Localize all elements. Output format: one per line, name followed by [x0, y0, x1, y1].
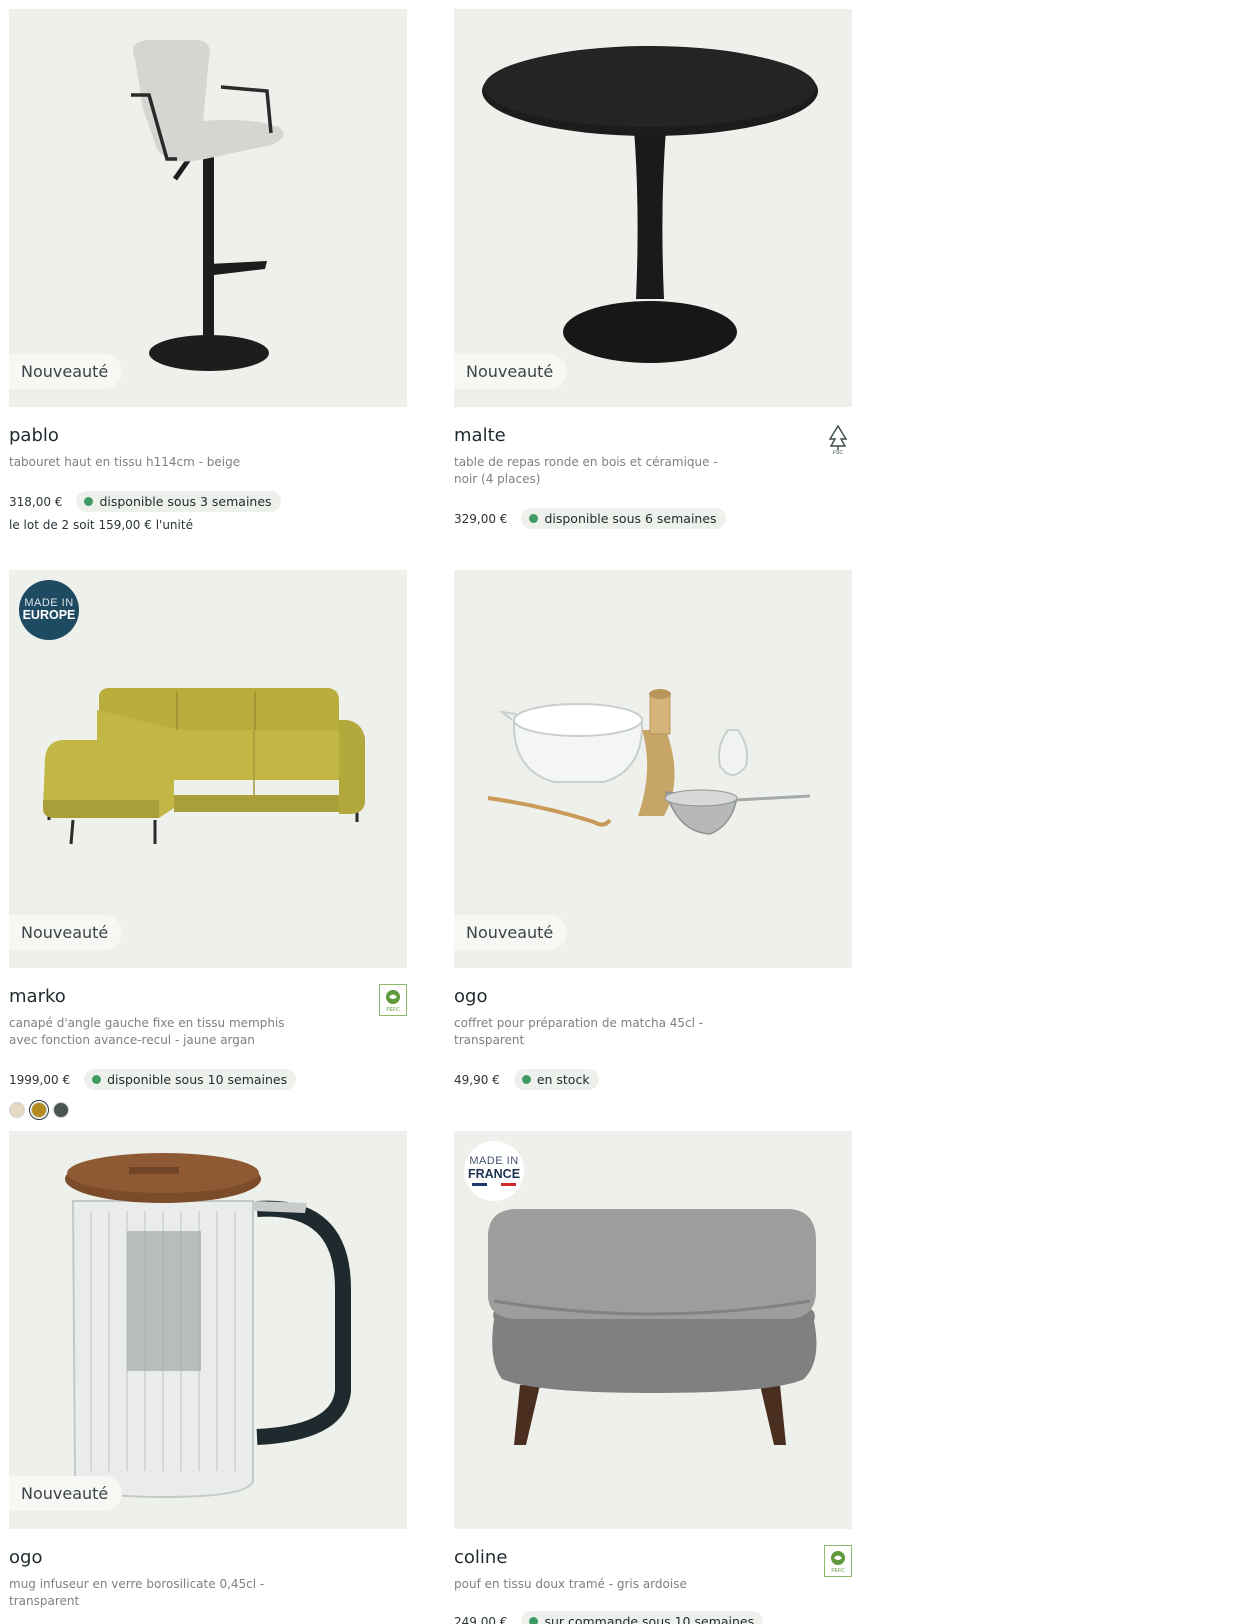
price-row: 318,00 € disponible sous 3 semaines — [9, 491, 407, 512]
product-image-container[interactable]: MADE IN EUROPE Nouveauté — [9, 570, 407, 968]
availability-text: en stock — [536, 1072, 590, 1087]
bar-stool-image — [131, 40, 284, 371]
product-image-container[interactable]: Nouveauté — [9, 1131, 407, 1529]
availability-badge: disponible sous 6 semaines — [521, 508, 726, 529]
availability-text: sur commande sous 10 semaines — [544, 1614, 755, 1624]
product-image-container[interactable]: Nouveauté — [9, 9, 407, 407]
availability-badge: sur commande sous 10 semaines — [521, 1611, 764, 1624]
product-info: ogo coffret pour préparation de matcha 4… — [454, 968, 852, 1090]
product-name[interactable]: pablo — [9, 425, 407, 446]
product-info: pablo tabouret haut en tissu h114cm - be… — [9, 407, 407, 532]
product-card-ogo-matcha[interactable]: Nouveauté ogo coffret pour préparation d… — [454, 570, 852, 1090]
product-image-container[interactable]: MADE IN FRANCE — [454, 1131, 852, 1529]
product-card-marko[interactable]: MADE IN EUROPE Nouveauté marko canapé d'… — [9, 570, 407, 1120]
svg-text:PEFC: PEFC — [831, 1568, 845, 1574]
availability-dot-icon — [521, 1075, 531, 1084]
price-row: 249,00 € sur commande sous 10 semaines — [454, 1611, 852, 1624]
made-in-france-badge: MADE IN FRANCE — [464, 1141, 524, 1201]
product-info: coline pouf en tissu doux tramé - gris a… — [454, 1529, 852, 1624]
round-table-image — [482, 46, 818, 363]
availability-text: disponible sous 3 semaines — [99, 494, 272, 509]
infuser-mug-image — [65, 1153, 352, 1499]
svg-text:PEFC: PEFC — [386, 1007, 400, 1013]
origin-label: EUROPE — [22, 608, 76, 623]
product-description: canapé d'angle gauche fixe en tissu memp… — [9, 1016, 285, 1047]
pefc-logo-icon: PEFC — [379, 984, 407, 1016]
fsc-logo-icon: FSC — [828, 424, 848, 455]
availability-dot-icon — [92, 1075, 102, 1084]
availability-badge: disponible sous 3 semaines — [76, 491, 281, 512]
product-image-container[interactable]: Nouveauté — [454, 570, 852, 968]
made-in-label: MADE IN — [24, 596, 74, 609]
made-in-europe-badge: MADE IN EUROPE — [19, 580, 79, 640]
color-swatch-ochre[interactable] — [29, 1100, 49, 1120]
product-image-container[interactable]: Nouveauté — [454, 9, 852, 407]
price-row: 329,00 € disponible sous 6 semaines — [454, 508, 852, 529]
product-name[interactable]: marko — [9, 986, 407, 1007]
product-grid: Nouveauté pablo tabouret haut en tissu h… — [0, 0, 1250, 1624]
product-price: 329,00 € — [454, 511, 508, 526]
availability-dot-icon — [529, 1617, 539, 1624]
unit-price-note: le lot de 2 soit 159,00 € l'unité — [9, 518, 193, 532]
product-name[interactable]: coline — [454, 1547, 852, 1568]
product-info: malte table de repas ronde en bois et cé… — [454, 407, 852, 529]
product-card-coline[interactable]: MADE IN FRANCE coline pouf en tissu doux… — [454, 1131, 852, 1624]
product-name[interactable]: ogo — [9, 1547, 407, 1568]
product-price: 318,00 € — [9, 494, 63, 509]
color-swatch-beige[interactable] — [9, 1102, 25, 1118]
new-badge: Nouveauté — [9, 354, 123, 389]
product-card-ogo-mug[interactable]: Nouveauté ogo mug infuseur en verre boro… — [9, 1131, 407, 1610]
availability-text: disponible sous 10 semaines — [107, 1072, 288, 1087]
product-description: coffret pour préparation de matcha 45cl … — [454, 1016, 704, 1047]
product-price: 49,90 € — [454, 1072, 500, 1087]
matcha-set-image — [487, 689, 811, 835]
pefc-logo-icon: PEFC — [824, 1545, 852, 1577]
product-name[interactable]: malte — [454, 425, 852, 446]
product-info: marko canapé d'angle gauche fixe en tiss… — [9, 968, 407, 1120]
origin-label: FRANCE — [467, 1166, 521, 1181]
availability-dot-icon — [84, 497, 94, 506]
color-swatch-green-grey[interactable] — [53, 1102, 69, 1118]
product-description: mug infuseur en verre borosilicate 0,45c… — [9, 1577, 265, 1608]
product-price: 249,00 € — [454, 1614, 508, 1624]
product-description: tabouret haut en tissu h114cm - beige — [9, 455, 241, 469]
color-swatches — [9, 1100, 407, 1120]
product-name[interactable]: ogo — [454, 986, 852, 1007]
product-description: table de repas ronde en bois et céramiqu… — [454, 455, 718, 486]
new-badge: Nouveauté — [454, 354, 568, 389]
new-badge: Nouveauté — [454, 915, 568, 950]
french-flag-icon — [472, 1182, 517, 1186]
new-badge: Nouveauté — [9, 915, 123, 950]
svg-text:FSC: FSC — [833, 450, 843, 455]
availability-badge: disponible sous 10 semaines — [84, 1069, 297, 1090]
product-info: ogo mug infuseur en verre borosilicate 0… — [9, 1529, 407, 1610]
availability-badge: en stock — [513, 1069, 599, 1090]
product-description: pouf en tissu doux tramé - gris ardoise — [454, 1577, 687, 1591]
price-row: 1999,00 € disponible sous 10 semaines — [9, 1069, 407, 1090]
new-badge: Nouveauté — [9, 1476, 123, 1511]
made-in-label: MADE IN — [469, 1155, 519, 1168]
product-card-malte[interactable]: Nouveauté malte table de repas ronde en … — [454, 9, 852, 529]
price-row: 49,90 € en stock — [454, 1069, 852, 1090]
product-card-pablo[interactable]: Nouveauté pablo tabouret haut en tissu h… — [9, 9, 407, 532]
product-price: 1999,00 € — [9, 1072, 71, 1087]
availability-text: disponible sous 6 semaines — [544, 511, 717, 526]
availability-dot-icon — [529, 514, 539, 523]
